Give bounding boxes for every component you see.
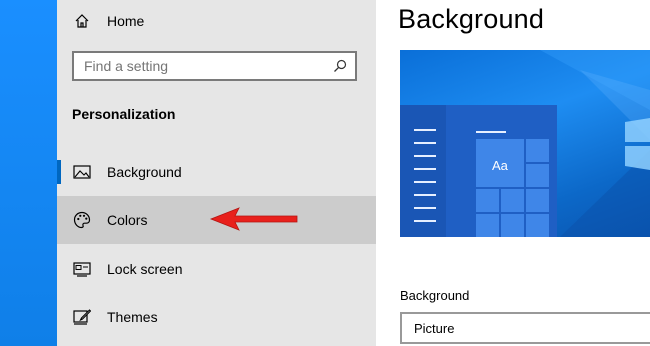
home-icon xyxy=(72,11,92,31)
home-label: Home xyxy=(107,13,145,29)
sidebar-item-background[interactable]: Background xyxy=(57,148,376,196)
sidebar: Home Personalization Background xyxy=(57,0,376,346)
themes-icon xyxy=(72,307,92,327)
search-icon[interactable] xyxy=(333,59,347,73)
section-title: Personalization xyxy=(72,106,176,122)
desktop-background-strip xyxy=(0,0,57,346)
lock-screen-icon xyxy=(72,259,92,279)
background-type-dropdown[interactable]: Picture xyxy=(400,312,650,344)
sidebar-item-label: Colors xyxy=(107,212,148,228)
preview-sample-text: Aa xyxy=(492,158,508,173)
background-preview: Aa xyxy=(400,50,650,237)
sidebar-item-label: Background xyxy=(107,164,182,180)
sidebar-item-label: Themes xyxy=(107,309,158,325)
red-arrow-annotation xyxy=(209,207,298,231)
sidebar-item-themes[interactable]: Themes xyxy=(57,293,376,341)
search-input[interactable] xyxy=(84,58,324,74)
picture-icon xyxy=(72,162,92,182)
dropdown-selected-value: Picture xyxy=(414,320,455,336)
background-field-label: Background xyxy=(400,288,470,303)
sidebar-item-home[interactable]: Home xyxy=(57,0,376,42)
palette-icon xyxy=(72,210,92,230)
sidebar-item-label: Lock screen xyxy=(107,261,183,277)
main-content: Background Aa Background Picture xyxy=(376,0,650,346)
page-title: Background xyxy=(398,4,545,34)
settings-window: Home Personalization Background xyxy=(0,0,650,346)
search-field[interactable] xyxy=(72,51,357,81)
sidebar-item-lock-screen[interactable]: Lock screen xyxy=(57,245,376,293)
